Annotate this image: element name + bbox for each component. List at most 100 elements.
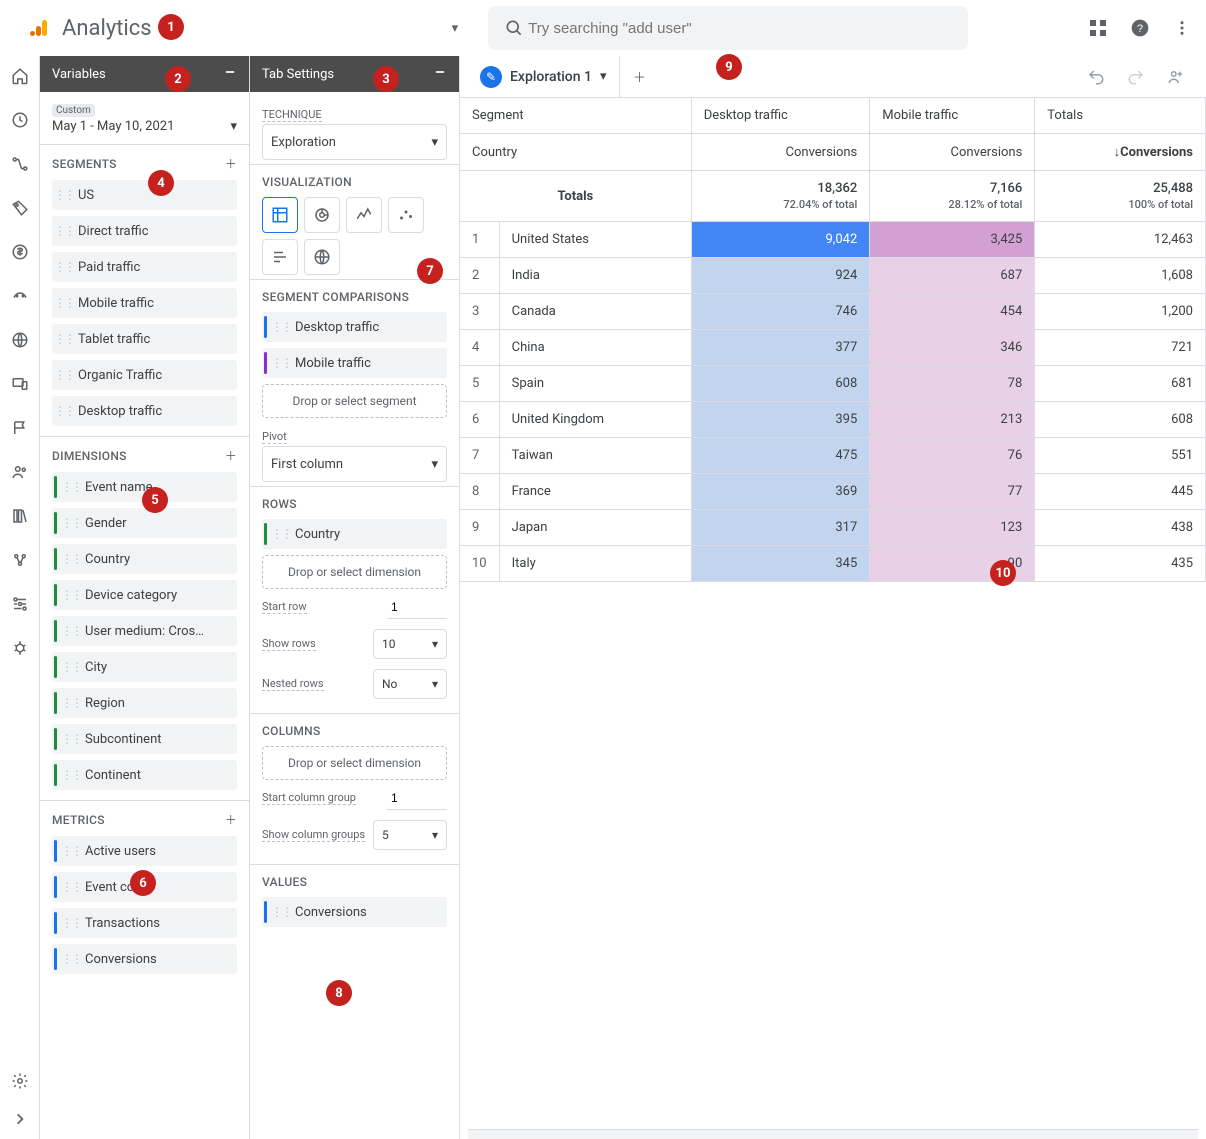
table-row[interactable]: 5Spain60878681	[460, 366, 1206, 402]
viz-geo-icon[interactable]	[304, 239, 340, 275]
exploration-tab[interactable]: ✎ Exploration 1 ▾	[468, 56, 620, 98]
table-row[interactable]: 10Italy34590435	[460, 546, 1206, 582]
viz-bar-icon[interactable]	[262, 239, 298, 275]
redo-icon[interactable]	[1124, 65, 1148, 89]
add-tab-button[interactable]: ＋	[620, 67, 660, 86]
start-col-input[interactable]	[387, 786, 447, 810]
more-icon[interactable]	[1170, 16, 1194, 40]
monetization-icon[interactable]	[8, 240, 32, 264]
flag-icon[interactable]	[8, 416, 32, 440]
table-row[interactable]: 8France36977445	[460, 474, 1206, 510]
clock-icon[interactable]	[8, 108, 32, 132]
list-item[interactable]: ⋮⋮US	[52, 180, 237, 210]
list-item[interactable]: ⋮⋮Region	[52, 688, 237, 718]
list-item[interactable]: ⋮⋮Gender	[52, 508, 237, 538]
list-item[interactable]: ⋮⋮User medium: Cros…	[52, 616, 237, 646]
show-col-select[interactable]: 5▾	[373, 820, 447, 850]
conv-header-1[interactable]: Conversions	[692, 134, 871, 171]
date-range-select[interactable]: May 1 - May 10, 2021 ▾	[52, 119, 237, 134]
help-icon[interactable]: ?	[1128, 16, 1152, 40]
configure-icon[interactable]	[8, 592, 32, 616]
share-icon[interactable]	[1164, 65, 1188, 89]
top-bar: Analytics ▾ ?	[0, 0, 1206, 56]
segment-comparison-item[interactable]: ⋮⋮Desktop traffic	[262, 312, 447, 342]
tags-icon[interactable]	[8, 196, 32, 220]
viz-table-icon[interactable]	[262, 197, 298, 233]
collapse-panel-icon[interactable]	[223, 65, 237, 83]
technique-title: TECHNIQUE	[262, 108, 322, 122]
drop-segment-zone[interactable]: Drop or select segment	[262, 384, 447, 418]
sort-conv-header[interactable]: ↓Conversions	[1035, 134, 1206, 171]
viz-donut-icon[interactable]	[304, 197, 340, 233]
country-header[interactable]: Country	[460, 134, 692, 171]
search-bar[interactable]	[488, 6, 968, 50]
library-icon[interactable]	[8, 504, 32, 528]
people-icon[interactable]	[8, 460, 32, 484]
collapse-panel-icon[interactable]	[433, 65, 447, 83]
list-item[interactable]: ⋮⋮Direct traffic	[52, 216, 237, 246]
list-item[interactable]: ⋮⋮Country	[262, 519, 447, 549]
table-row[interactable]: 3Canada7464541,200	[460, 294, 1206, 330]
list-item[interactable]: ⋮⋮Active users	[52, 836, 237, 866]
list-item[interactable]: ⋮⋮Subcontinent	[52, 724, 237, 754]
table-row[interactable]: 7Taiwan47576551	[460, 438, 1206, 474]
list-item[interactable]: ⋮⋮Continent	[52, 760, 237, 790]
add-segment-icon[interactable]: ＋	[225, 155, 237, 172]
table-row[interactable]: 6United Kingdom395213608	[460, 402, 1206, 438]
list-item[interactable]: ⋮⋮Device category	[52, 580, 237, 610]
pivot-select[interactable]: First column▾	[262, 446, 447, 482]
globe-icon[interactable]	[8, 328, 32, 352]
list-item[interactable]: ⋮⋮Mobile traffic	[52, 288, 237, 318]
list-item[interactable]: ⋮⋮Tablet traffic	[52, 324, 237, 354]
date-range-section: Custom May 1 - May 10, 2021 ▾	[40, 92, 249, 145]
tab-settings-panel: Tab Settings TECHNIQUE Exploration▾ VISU…	[250, 56, 460, 1139]
list-item[interactable]: ⋮⋮Conversions	[262, 897, 447, 927]
viz-line-icon[interactable]	[346, 197, 382, 233]
list-item[interactable]: ⋮⋮Paid traffic	[52, 252, 237, 282]
add-dimension-icon[interactable]: ＋	[225, 447, 237, 464]
settings-icon[interactable]	[8, 1069, 32, 1093]
apps-icon[interactable]	[1086, 16, 1110, 40]
technique-select[interactable]: Exploration▾	[262, 124, 447, 160]
drop-dimension-zone[interactable]: Drop or select dimension	[262, 555, 447, 589]
search-input[interactable]	[526, 19, 954, 38]
undo-icon[interactable]	[1084, 65, 1108, 89]
list-item[interactable]: ⋮⋮Transactions	[52, 908, 237, 938]
show-rows-select[interactable]: 10▾	[373, 629, 447, 659]
table-row[interactable]: 4China377346721	[460, 330, 1206, 366]
conv-header-2[interactable]: Conversions	[870, 134, 1035, 171]
column-mobile[interactable]: Mobile traffic	[870, 98, 1035, 134]
debug-icon[interactable]	[8, 636, 32, 660]
explore-icon[interactable]	[8, 284, 32, 308]
list-item[interactable]: ⋮⋮Country	[52, 544, 237, 574]
collapse-icon[interactable]	[8, 1107, 32, 1131]
metrics-title: METRICS	[52, 813, 105, 827]
horizontal-scrollbar[interactable]	[468, 1129, 1198, 1139]
viz-scatter-icon[interactable]	[388, 197, 424, 233]
funnel-icon[interactable]	[8, 152, 32, 176]
devices-icon[interactable]	[8, 372, 32, 396]
list-item[interactable]: ⋮⋮Event count	[52, 872, 237, 902]
column-totals[interactable]: Totals	[1035, 98, 1206, 134]
table-row[interactable]: 9Japan317123438	[460, 510, 1206, 546]
chevron-down-icon[interactable]: ▾	[600, 69, 607, 84]
table-row[interactable]: 1United States9,0423,42512,463	[460, 222, 1206, 258]
nested-rows-select[interactable]: No▾	[373, 669, 447, 699]
drop-column-zone[interactable]: Drop or select dimension	[262, 746, 447, 780]
metrics-section: METRICS ＋ ⋮⋮Active users ⋮⋮Event count ⋮⋮Tr…	[40, 801, 249, 984]
list-item[interactable]: ⋮⋮Conversions	[52, 944, 237, 974]
hub-icon[interactable]	[8, 548, 32, 572]
home-icon[interactable]	[8, 64, 32, 88]
date-range-text: May 1 - May 10, 2021	[52, 119, 174, 134]
table-row[interactable]: 2India9246871,608	[460, 258, 1206, 294]
pivot-label: Pivot	[262, 430, 287, 444]
column-desktop[interactable]: Desktop traffic	[692, 98, 871, 134]
list-item[interactable]: ⋮⋮Event name	[52, 472, 237, 502]
list-item[interactable]: ⋮⋮Organic Traffic	[52, 360, 237, 390]
list-item[interactable]: ⋮⋮City	[52, 652, 237, 682]
start-row-input[interactable]	[387, 595, 447, 619]
segment-comparison-item[interactable]: ⋮⋮Mobile traffic	[262, 348, 447, 378]
add-metric-icon[interactable]: ＋	[225, 811, 237, 828]
list-item[interactable]: ⋮⋮Desktop traffic	[52, 396, 237, 426]
property-dropdown-icon[interactable]: ▾	[452, 21, 459, 36]
